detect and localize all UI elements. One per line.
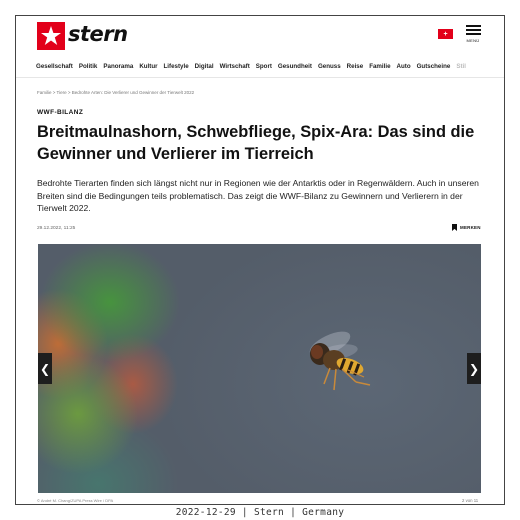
nav-item-panorama[interactable]: Panorama	[103, 62, 133, 77]
breadcrumb[interactable]: Familie > Tiere > Bedrohte Arten: Die Ve…	[37, 90, 194, 95]
nav-item-auto[interactable]: Auto	[397, 62, 411, 77]
hamburger-icon-bar	[465, 29, 481, 31]
menu-label: MENÜ	[466, 38, 480, 43]
category-nav: Gesellschaft Politik Panorama Kultur Lif…	[16, 62, 504, 78]
hamburger-icon	[465, 25, 481, 27]
logo-wordmark: stern	[68, 21, 128, 46]
article-headline: Breitmaulnashorn, Schwebfliege, Spix-Ara…	[37, 123, 475, 163]
bookmark-label: MERKEN	[460, 225, 481, 230]
site-header: stern + MENÜ	[16, 16, 504, 56]
star-logo-icon	[37, 22, 65, 50]
nav-item-sport[interactable]: Sport	[256, 62, 272, 77]
nav-item-wirtschaft[interactable]: Wirtschaft	[220, 62, 250, 77]
nav-item-gutscheine[interactable]: Gutscheine	[417, 62, 451, 77]
photo-credit: © André M. Chang/ZUPA Press Wire / DPA	[37, 498, 114, 503]
article-kicker: WWF-BILANZ	[37, 109, 84, 116]
bookmark-icon	[452, 224, 457, 231]
nav-item-familie[interactable]: Familie	[369, 62, 390, 77]
gallery-prev-button[interactable]: ❮	[38, 353, 52, 384]
stern-logo[interactable]: stern	[37, 22, 128, 50]
nav-item-politik[interactable]: Politik	[79, 62, 98, 77]
hamburger-icon-bar	[465, 33, 481, 35]
menu-button[interactable]: MENÜ	[465, 25, 481, 45]
screenshot-caption: 2022-12-29 | Stern | Germany	[175, 507, 345, 518]
nav-item-lifestyle[interactable]: Lifestyle	[164, 62, 189, 77]
nav-item-genuss[interactable]: Genuss	[318, 62, 341, 77]
stern-plus-icon[interactable]: +	[438, 29, 453, 39]
nav-fade	[464, 62, 504, 76]
gallery-next-button[interactable]: ❯	[467, 353, 481, 384]
nav-item-digital[interactable]: Digital	[195, 62, 214, 77]
hoverfly-illustration	[309, 331, 371, 391]
bookmark-button[interactable]: MERKEN	[452, 224, 481, 231]
nav-item-gesundheit[interactable]: Gesundheit	[278, 62, 312, 77]
publish-date: 29.12.2022, 11:25	[37, 226, 76, 231]
gallery-counter: 2 von 11	[462, 498, 479, 503]
nav-item-gesellschaft[interactable]: Gesellschaft	[36, 62, 73, 77]
nav-item-reise[interactable]: Reise	[347, 62, 364, 77]
browser-frame: stern + MENÜ Gesellschaft Politik Panora…	[15, 15, 505, 505]
article-teaser: Bedrohte Tierarten finden sich längst ni…	[37, 178, 479, 214]
star-icon	[41, 26, 61, 45]
gallery-image[interactable]: ❮ ❯	[38, 244, 481, 493]
nav-item-kultur[interactable]: Kultur	[139, 62, 157, 77]
